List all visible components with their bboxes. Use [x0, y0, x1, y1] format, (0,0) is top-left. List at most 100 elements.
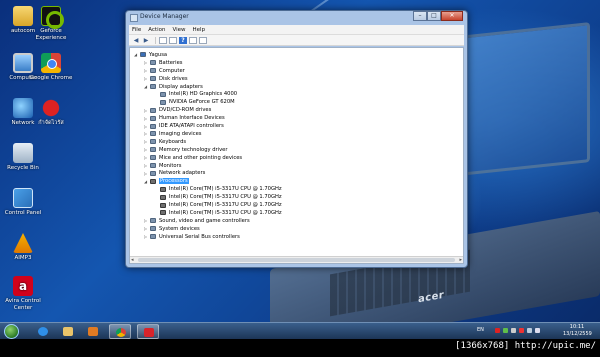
expand-collapse-icon[interactable]: ▷ [143, 155, 148, 160]
properties-icon[interactable] [169, 36, 177, 44]
expand-collapse-icon[interactable]: ▷ [143, 60, 148, 65]
tray-antivirus-icon[interactable] [495, 328, 500, 333]
forward-arrow-icon[interactable]: ▶ [142, 37, 150, 44]
expand-collapse-icon[interactable]: ▷ [143, 226, 148, 231]
close-button[interactable]: ✕ [441, 11, 463, 21]
expand-collapse-icon[interactable]: ◢ [143, 179, 148, 184]
tree-item[interactable]: ◢ Yagusa [133, 51, 167, 59]
scan-hardware-icon[interactable] [199, 36, 207, 44]
tree-item-label: Processors [159, 178, 189, 185]
taskbar-windows-explorer[interactable] [57, 324, 79, 339]
scroll-left-icon[interactable]: ◂ [131, 257, 134, 263]
taskbar-active-app[interactable] [137, 324, 159, 339]
tree-item[interactable]: ▷ Keyboards [143, 138, 186, 146]
tree-item[interactable]: ▷ Computer [143, 67, 185, 75]
tree-item-label: NVIDIA GeForce GT 620M [169, 99, 235, 106]
tree-item-label: Mice and other pointing devices [159, 154, 243, 161]
scrollbar-thumb[interactable] [138, 258, 455, 262]
tree-item[interactable]: Intel(R) Core(TM) i5-3317U CPU @ 1.70GHz [153, 185, 282, 193]
tree-item[interactable]: ▷ Imaging devices [143, 130, 202, 138]
show-hide-console-tree-icon[interactable] [159, 36, 167, 44]
recycle-bin-icon [13, 143, 33, 163]
expand-collapse-icon[interactable]: ▷ [143, 76, 148, 81]
desktop-icon-google-chrome[interactable]: Google Chrome [29, 53, 73, 82]
clock[interactable]: 10:11 13/12/2559 [563, 324, 592, 338]
language-indicator[interactable]: EN [477, 327, 484, 333]
expand-collapse-icon[interactable]: ▷ [143, 234, 148, 239]
list-view-icon[interactable] [189, 36, 197, 44]
tree-item[interactable]: ▷ Batteries [143, 59, 183, 67]
expand-collapse-icon[interactable]: ▷ [143, 108, 148, 113]
device-tree[interactable]: ◢ Yagusa ▷ Batteries ▷ Computer ▷ Disk drives ◢ D… [129, 47, 464, 264]
menu-view[interactable]: View [172, 27, 185, 33]
help-icon[interactable]: ? [179, 36, 187, 44]
title-bar[interactable]: Device Manager – □ ✕ [126, 11, 467, 25]
tray-flag-icon[interactable] [511, 328, 516, 333]
caption-strip: [1366x768] http://upic.me/ [0, 339, 600, 357]
tree-item[interactable]: ▷ Disk drives [143, 75, 188, 83]
expand-collapse-icon[interactable]: ▷ [143, 218, 148, 223]
expand-collapse-icon[interactable]: ◢ [133, 52, 138, 57]
tree-item[interactable]: ◢ Processors [143, 177, 189, 185]
taskbar-internet-explorer[interactable] [32, 324, 54, 339]
tree-item[interactable]: ▷ Monitors [143, 162, 181, 170]
tree-item[interactable]: NVIDIA GeForce GT 620M [153, 98, 235, 106]
system-icon [150, 226, 156, 232]
expand-collapse-icon[interactable]: ▷ [143, 147, 148, 152]
desktop-icon-geforce-experience[interactable]: Geforce Experience [29, 6, 73, 41]
bug-icon [41, 98, 61, 118]
expand-collapse-icon[interactable]: ▷ [143, 116, 148, 121]
tree-item[interactable]: Intel(R) HD Graphics 4000 [153, 91, 237, 99]
tree-item-label: Memory technology driver [159, 146, 228, 153]
back-arrow-icon[interactable]: ◀ [132, 37, 140, 44]
expand-collapse-icon[interactable]: ▷ [143, 139, 148, 144]
expand-collapse-icon[interactable]: ▷ [143, 131, 148, 136]
desktop-icon-remove-virus[interactable]: กำจัดไวรัส [29, 98, 73, 127]
scroll-right-icon[interactable]: ▸ [459, 257, 462, 263]
horizontal-scrollbar[interactable]: ◂ ▸ [130, 256, 463, 263]
tray-volume-icon[interactable] [535, 328, 540, 333]
desktop-icon-label: Control Panel [4, 210, 42, 216]
taskbar-google-chrome[interactable] [109, 324, 131, 339]
desktop-icon-label: AIMP3 [14, 255, 32, 261]
menu-file[interactable]: File [132, 27, 141, 33]
tree-item[interactable]: ▷ Mice and other pointing devices [143, 154, 242, 162]
tree-item[interactable]: ▷ Network adapters [143, 170, 205, 178]
expand-collapse-icon[interactable]: ▷ [143, 171, 148, 176]
expand-collapse-icon[interactable]: ▷ [143, 163, 148, 168]
tree-item[interactable]: ▷ DVD/CD-ROM drives [143, 106, 211, 114]
device-manager-window[interactable]: Device Manager – □ ✕ File Action View He… [125, 10, 468, 268]
tree-item[interactable]: ▷ Universal Serial Bus controllers [143, 233, 240, 241]
tray-power-icon[interactable] [519, 328, 524, 333]
desktop-icon-avira-control-center[interactable]: a Avira Control Center [1, 276, 45, 311]
tree-item[interactable]: ▷ Human Interface Devices [143, 114, 225, 122]
tree-item[interactable]: ◢ Display adapters [143, 83, 203, 91]
tree-item[interactable]: ▷ IDE ATA/ATAPI controllers [143, 122, 224, 130]
desktop-icon-control-panel[interactable]: Control Panel [1, 188, 45, 217]
expand-collapse-icon[interactable]: ▷ [143, 68, 148, 73]
start-orb-button[interactable] [4, 324, 19, 339]
tree-item[interactable]: ▷ Memory technology driver [143, 146, 228, 154]
menu-help[interactable]: Help [193, 27, 206, 33]
tree-item[interactable]: ▷ Sound, video and game controllers [143, 217, 250, 225]
tree-item[interactable]: Intel(R) Core(TM) i5-3317U CPU @ 1.70GHz [153, 201, 282, 209]
tree-item[interactable]: Intel(R) Core(TM) i5-3317U CPU @ 1.70GHz [153, 209, 282, 217]
expand-collapse-icon[interactable]: ▷ [143, 124, 148, 129]
menu-bar: File Action View Help [129, 25, 464, 35]
minimize-button[interactable]: – [413, 11, 427, 21]
tray-network-icon[interactable] [527, 328, 532, 333]
dvd-icon [150, 107, 156, 113]
tree-item[interactable]: ▷ System devices [143, 225, 200, 233]
desktop: acer autocom Geforce Experience Computer… [0, 0, 600, 322]
tree-item-label: Disk drives [159, 75, 188, 82]
tray-nvidia-icon[interactable] [503, 328, 508, 333]
cpu-icon [160, 202, 166, 208]
taskbar-media-player[interactable] [82, 324, 104, 339]
desktop-icon-aimp3[interactable]: AIMP3 [1, 233, 45, 262]
desktop-icon-recycle-bin[interactable]: Recycle Bin [1, 143, 45, 172]
tree-item[interactable]: Intel(R) Core(TM) i5-3317U CPU @ 1.70GHz [153, 193, 282, 201]
maximize-button[interactable]: □ [427, 11, 441, 21]
expand-collapse-icon[interactable]: ◢ [143, 84, 148, 89]
menu-action[interactable]: Action [148, 27, 165, 33]
